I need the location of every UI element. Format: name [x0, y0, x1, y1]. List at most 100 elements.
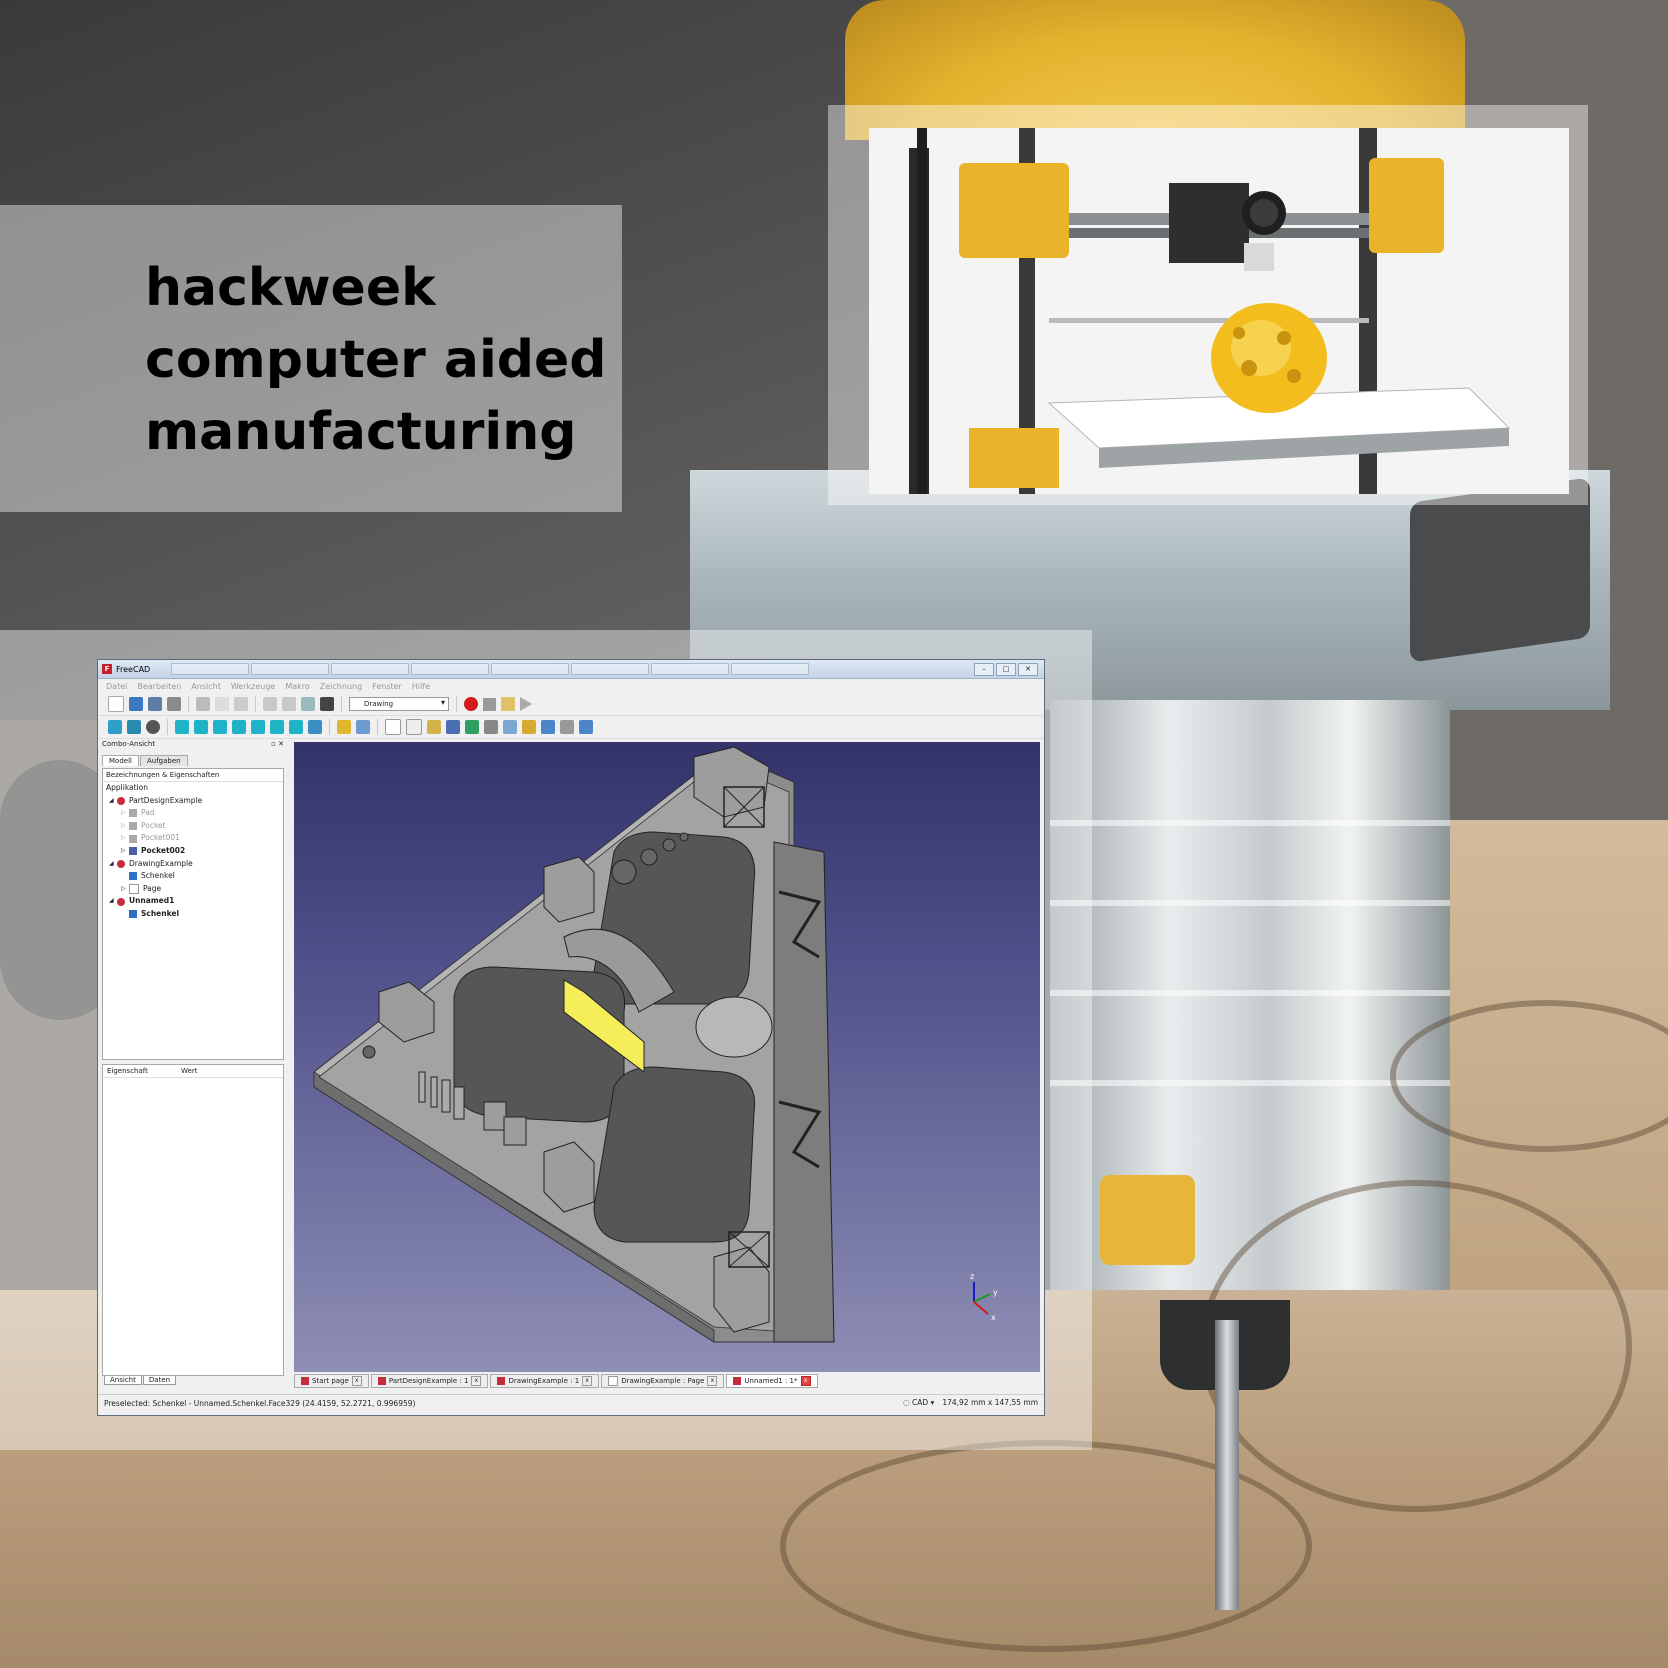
zoom-icon[interactable] — [127, 720, 141, 734]
taskbar-item[interactable] — [571, 663, 649, 675]
cad-model[interactable]: z y x — [294, 742, 1040, 1372]
menu-makro[interactable]: Makro — [285, 682, 309, 691]
taskbar-item[interactable] — [251, 663, 329, 675]
tree-item-pocket001[interactable]: ▷ Pocket001 — [103, 832, 283, 845]
tree-item-pad[interactable]: ▷ Pad — [103, 807, 283, 820]
tree-item-pocket002[interactable]: ▷ Pocket002 — [103, 845, 283, 858]
taskbar-item[interactable] — [731, 663, 809, 675]
tab-modell[interactable]: Modell — [102, 755, 139, 766]
part-icon[interactable] — [337, 720, 351, 734]
minimize-button[interactable]: – — [974, 662, 994, 676]
fit-all-icon[interactable] — [108, 720, 122, 734]
tab-ansicht[interactable]: Ansicht — [104, 1376, 142, 1385]
tree-root[interactable]: Applikation — [103, 782, 283, 795]
draft-view-icon[interactable] — [541, 720, 555, 734]
collapse-arrow-icon[interactable]: ▷ — [121, 820, 129, 833]
spreadsheet-view-icon[interactable] — [560, 720, 574, 734]
view-isometric-icon[interactable] — [175, 720, 189, 734]
3d-viewport[interactable]: z y x — [294, 742, 1040, 1372]
menu-hilfe[interactable]: Hilfe — [412, 682, 430, 691]
ortho-views-icon[interactable] — [446, 720, 460, 734]
view-front-icon[interactable] — [194, 720, 208, 734]
collapse-arrow-icon[interactable]: ▷ — [121, 845, 129, 858]
tab-start-page[interactable]: Start page x — [294, 1374, 369, 1388]
group-icon[interactable] — [356, 720, 370, 734]
view-left-icon[interactable] — [289, 720, 303, 734]
tree-item-page[interactable]: ▷ Page — [103, 883, 283, 896]
tab-daten[interactable]: Daten — [142, 1376, 177, 1385]
collapse-arrow-icon[interactable]: ▷ — [121, 807, 129, 820]
open-file-icon[interactable] — [129, 697, 143, 711]
macro-record-icon[interactable] — [464, 697, 478, 711]
menu-fenster[interactable]: Fenster — [372, 682, 402, 691]
collapse-arrow-icon[interactable]: ▷ — [121, 883, 129, 896]
menu-datei[interactable]: Datei — [106, 682, 127, 691]
taskbar-item[interactable] — [651, 663, 729, 675]
tree-item-schenkel[interactable]: Schenkel — [103, 908, 283, 921]
close-tab-icon[interactable]: x — [800, 1376, 811, 1386]
close-tab-icon[interactable]: x — [471, 1376, 482, 1386]
printer-photo — [869, 128, 1569, 494]
new-page-icon[interactable] — [385, 719, 401, 735]
insert-view-icon[interactable] — [427, 720, 441, 734]
page-template-icon[interactable] — [406, 719, 422, 735]
tree-item-pocket[interactable]: ▷ Pocket — [103, 820, 283, 833]
tree-item-document[interactable]: ◢ Unnamed1 — [103, 895, 283, 908]
tab-unnamed[interactable]: Unnamed1 : 1* x — [726, 1374, 818, 1388]
tab-drawing[interactable]: DrawingExample : 1 x — [490, 1374, 600, 1388]
print-icon[interactable] — [167, 697, 181, 711]
expand-arrow-icon[interactable]: ◢ — [109, 895, 117, 908]
taskbar-item[interactable] — [411, 663, 489, 675]
taskbar-item[interactable] — [491, 663, 569, 675]
macro-stop-icon[interactable] — [483, 697, 496, 711]
undo-icon[interactable] — [263, 697, 277, 711]
export-page-icon[interactable] — [579, 720, 593, 734]
workbench-select[interactable]: Drawing — [349, 697, 449, 711]
tab-aufgaben[interactable]: Aufgaben — [139, 755, 188, 766]
maximize-button[interactable]: □ — [996, 662, 1016, 676]
tree-item-document[interactable]: ◢ PartDesignExample — [103, 795, 283, 808]
expand-arrow-icon[interactable]: ◢ — [109, 795, 117, 808]
status-message: Preselected: Schenkel - Unnamed.Schenkel… — [104, 1399, 416, 1408]
expand-arrow-icon[interactable]: ◢ — [109, 858, 117, 871]
open-browser-icon[interactable] — [465, 720, 479, 734]
taskbar-item[interactable] — [171, 663, 249, 675]
title-bar: F FreeCAD – □ ✕ — [98, 660, 1044, 679]
tree-item-schenkel[interactable]: Schenkel — [103, 870, 283, 883]
cut-icon[interactable] — [196, 697, 210, 711]
measure-icon[interactable] — [308, 720, 322, 734]
navigation-style-button[interactable]: ◌ CAD ▾ — [903, 1398, 934, 1407]
new-file-icon[interactable] — [108, 696, 124, 712]
clip-icon[interactable] — [503, 720, 517, 734]
annotation-icon[interactable] — [484, 720, 498, 734]
symbol-icon[interactable] — [522, 720, 536, 734]
refresh-icon[interactable] — [301, 697, 315, 711]
tree-item-document[interactable]: ◢ DrawingExample — [103, 858, 283, 871]
close-tab-icon[interactable]: x — [351, 1376, 362, 1386]
redo-icon[interactable] — [282, 697, 296, 711]
menu-zeichnung[interactable]: Zeichnung — [320, 682, 362, 691]
view-top-icon[interactable] — [213, 720, 227, 734]
copy-icon[interactable] — [215, 697, 229, 711]
close-tab-icon[interactable]: x — [582, 1376, 593, 1386]
close-tab-icon[interactable]: x — [707, 1376, 718, 1386]
collapse-arrow-icon[interactable]: ▷ — [121, 832, 129, 845]
macro-run-icon[interactable] — [520, 697, 532, 711]
pad-icon — [129, 809, 137, 818]
save-icon[interactable] — [148, 697, 162, 711]
view-rear-icon[interactable] — [251, 720, 265, 734]
whats-this-icon[interactable] — [320, 697, 334, 711]
menu-bearbeiten[interactable]: Bearbeiten — [137, 682, 181, 691]
close-button[interactable]: ✕ — [1018, 662, 1038, 676]
view-bottom-icon[interactable] — [270, 720, 284, 734]
draw-style-icon[interactable] — [146, 720, 160, 734]
macro-edit-icon[interactable] — [501, 697, 515, 711]
menu-werkzeuge[interactable]: Werkzeuge — [231, 682, 275, 691]
tab-partdesign[interactable]: PartDesignExample : 1 x — [370, 1374, 489, 1388]
combo-view-close-icon[interactable]: ▫ ✕ — [271, 740, 284, 752]
view-right-icon[interactable] — [232, 720, 246, 734]
taskbar-item[interactable] — [331, 663, 409, 675]
menu-ansicht[interactable]: Ansicht — [191, 682, 221, 691]
tab-drawing-page[interactable]: DrawingExample : Page x — [601, 1374, 725, 1388]
paste-icon[interactable] — [234, 697, 248, 711]
